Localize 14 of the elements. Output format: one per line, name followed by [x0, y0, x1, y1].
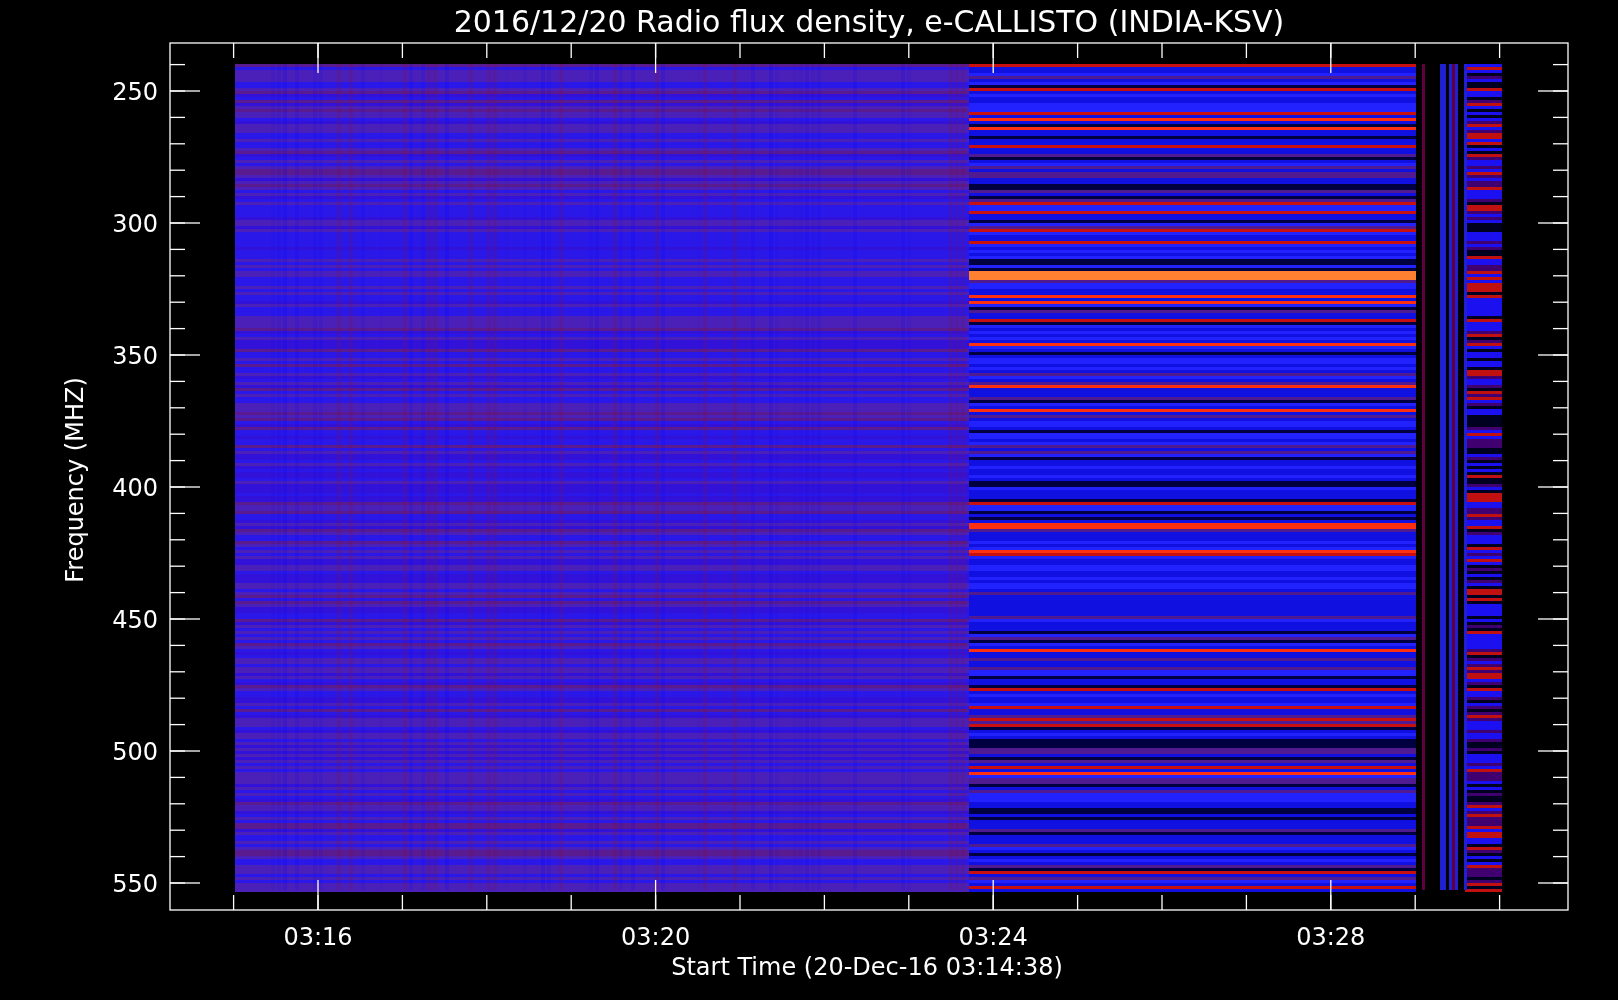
- axis-label: Start Time (20-Dec-16 03:14:38): [671, 953, 1063, 981]
- tick-label: 300: [112, 210, 158, 238]
- tick-label: 03:28: [1296, 923, 1366, 951]
- tick-label: 03:24: [958, 923, 1028, 951]
- tick-label: 350: [112, 342, 158, 370]
- tick-label: 03:20: [621, 923, 691, 951]
- tick-label: 500: [112, 738, 158, 766]
- tick-label: 250: [112, 78, 158, 106]
- plot-title: 2016/12/20 Radio flux density, e-CALLISTO (INDIA-KSV): [453, 4, 1285, 39]
- tick-label: 550: [112, 870, 158, 898]
- tick-label: 03:16: [283, 923, 353, 951]
- axis-label: Frequency (MHZ): [61, 377, 89, 583]
- tick-label: 400: [112, 474, 158, 502]
- tick-label: 450: [112, 606, 158, 634]
